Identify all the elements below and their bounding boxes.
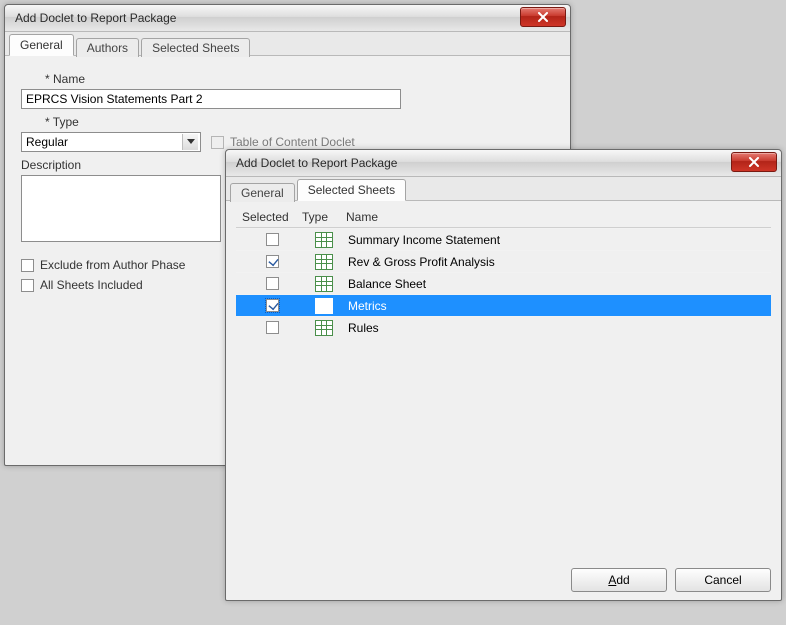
titlebar[interactable]: Add Doclet to Report Package	[5, 5, 570, 32]
tab-strip: General Selected Sheets	[226, 177, 781, 201]
worksheet-icon	[315, 232, 333, 248]
all-sheets-label: All Sheets Included	[40, 278, 143, 292]
toc-label: Table of Content Doclet	[230, 135, 355, 149]
row-select-checkbox[interactable]	[266, 277, 279, 290]
tab-selected-sheets[interactable]: Selected Sheets	[141, 38, 250, 57]
col-name[interactable]: Name	[346, 210, 771, 224]
worksheet-icon	[315, 298, 333, 314]
add-button[interactable]: Add	[571, 568, 667, 592]
table-row[interactable]: Rev & Gross Profit Analysis	[236, 250, 771, 272]
titlebar[interactable]: Add Doclet to Report Package	[226, 150, 781, 177]
row-name: Rules	[346, 321, 771, 335]
row-select-checkbox[interactable]	[266, 299, 279, 312]
type-label: * Type	[45, 115, 554, 129]
tab-general[interactable]: General	[9, 34, 74, 56]
table-body: Summary Income Statement Rev & Gross Prof…	[236, 228, 771, 338]
dialog-title: Add Doclet to Report Package	[15, 11, 176, 25]
exclude-checkbox[interactable]	[21, 259, 34, 272]
chevron-down-icon	[182, 134, 198, 150]
cancel-button[interactable]: Cancel	[675, 568, 771, 592]
close-icon	[537, 12, 549, 22]
tab-selected-sheets[interactable]: Selected Sheets	[297, 179, 406, 201]
table-header: Selected Type Name	[236, 207, 771, 228]
row-name: Summary Income Statement	[346, 233, 771, 247]
table-row[interactable]: Rules	[236, 316, 771, 338]
name-label: * Name	[45, 72, 554, 86]
sheets-panel: Selected Type Name Summary Income Statem…	[226, 201, 781, 348]
row-name: Metrics	[346, 299, 771, 313]
row-name: Balance Sheet	[346, 277, 771, 291]
tab-authors[interactable]: Authors	[76, 38, 139, 57]
close-button[interactable]	[731, 152, 777, 172]
worksheet-icon	[315, 276, 333, 292]
table-row[interactable]: Summary Income Statement	[236, 228, 771, 250]
dialog-title: Add Doclet to Report Package	[236, 156, 397, 170]
description-input[interactable]	[21, 175, 221, 242]
table-row[interactable]: Metrics	[236, 294, 771, 316]
tab-strip: General Authors Selected Sheets	[5, 32, 570, 56]
toc-checkbox	[211, 136, 224, 149]
type-combo[interactable]: Regular	[21, 132, 201, 152]
name-input[interactable]	[21, 89, 401, 109]
type-value: Regular	[26, 135, 68, 149]
close-button[interactable]	[520, 7, 566, 27]
col-selected[interactable]: Selected	[236, 210, 302, 224]
row-select-checkbox[interactable]	[266, 321, 279, 334]
worksheet-icon	[315, 320, 333, 336]
tab-general[interactable]: General	[230, 183, 295, 202]
row-select-checkbox[interactable]	[266, 255, 279, 268]
worksheet-icon	[315, 254, 333, 270]
close-icon	[748, 157, 760, 167]
dialog-footer: Add Cancel	[571, 568, 771, 592]
col-type[interactable]: Type	[302, 210, 346, 224]
table-row[interactable]: Balance Sheet	[236, 272, 771, 294]
exclude-label: Exclude from Author Phase	[40, 258, 185, 272]
add-doclet-dialog-sheets: Add Doclet to Report Package General Sel…	[225, 149, 782, 601]
row-name: Rev & Gross Profit Analysis	[346, 255, 771, 269]
row-select-checkbox[interactable]	[266, 233, 279, 246]
all-sheets-checkbox[interactable]	[21, 279, 34, 292]
